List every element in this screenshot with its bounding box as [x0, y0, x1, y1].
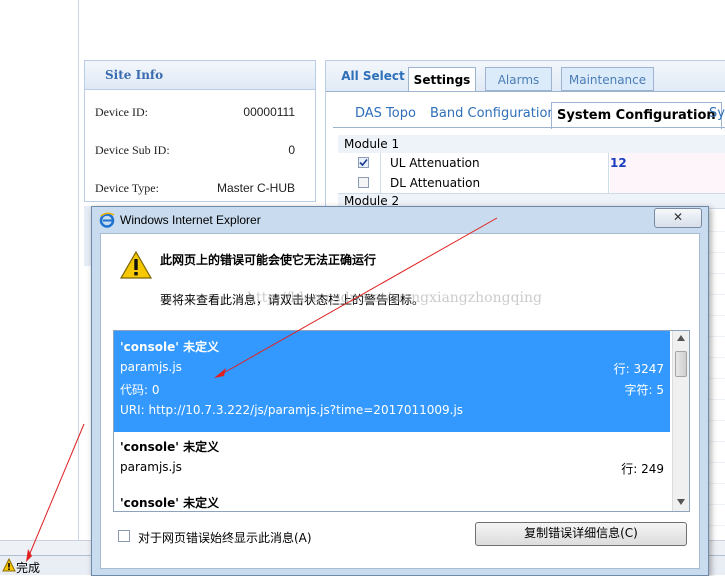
arrow-line: [219, 217, 498, 376]
annotation-arrows: [26, 217, 498, 562]
arrow-head-icon: [214, 368, 226, 378]
arrow-line: [27, 423, 85, 559]
